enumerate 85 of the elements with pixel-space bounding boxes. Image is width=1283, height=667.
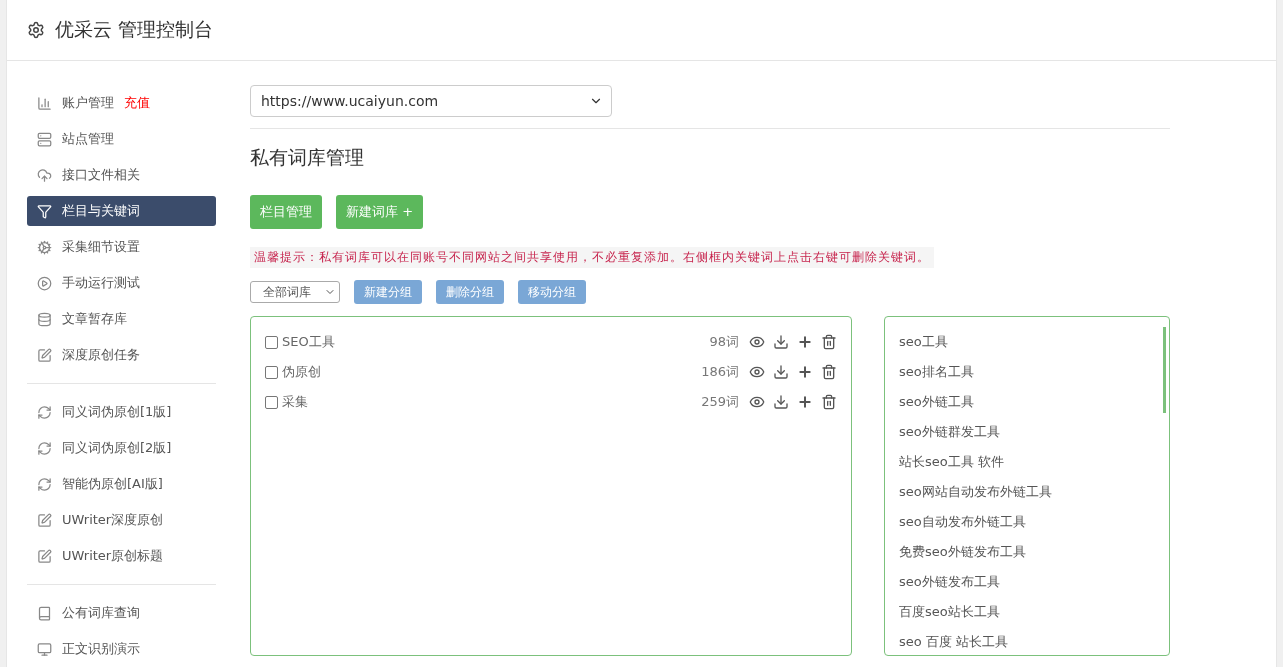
sidebar-label: 站点管理	[62, 130, 114, 148]
hint-text: 温馨提示：私有词库可以在同账号不同网站之间共享使用，不必重复添加。右侧框内关键词上点击右键可删除关键词。	[250, 247, 934, 268]
sidebar-label: 正文识别演示	[62, 640, 140, 658]
sidebar-item[interactable]: 文章暂存库	[27, 304, 216, 334]
download-icon[interactable]	[773, 334, 789, 350]
group-select[interactable]: 全部词库	[250, 281, 340, 303]
recharge-link[interactable]: 充值	[124, 94, 150, 112]
sidebar-item[interactable]: 同义词伪原创[1版]	[27, 397, 216, 427]
delete-icon[interactable]	[821, 394, 837, 410]
library-name: 采集	[282, 393, 309, 411]
play-icon	[37, 275, 52, 291]
download-icon[interactable]	[773, 394, 789, 410]
monitor-icon	[37, 641, 52, 657]
add-icon[interactable]	[797, 334, 813, 350]
view-icon[interactable]	[749, 334, 765, 350]
sidebar-label: UWriter原创标题	[62, 547, 164, 565]
refresh-icon	[37, 440, 52, 456]
sidebar-label: 接口文件相关	[62, 166, 140, 184]
keyword-item[interactable]: seo外链工具	[899, 387, 1155, 417]
add-icon[interactable]	[797, 394, 813, 410]
add-icon[interactable]	[797, 364, 813, 380]
sidebar-label: 深度原创任务	[62, 346, 140, 364]
download-icon[interactable]	[773, 364, 789, 380]
bar-chart-icon	[37, 95, 52, 111]
keyword-item[interactable]: 百度seo站长工具	[899, 597, 1155, 627]
sidebar-item[interactable]: 采集细节设置	[27, 232, 216, 262]
sidebar-label: 公有词库查询	[62, 604, 140, 622]
scrollbar[interactable]	[1163, 327, 1166, 413]
sidebar-item[interactable]: UWriter深度原创	[27, 505, 216, 535]
checkbox[interactable]	[265, 335, 278, 349]
keyword-item[interactable]: seo外链群发工具	[899, 417, 1155, 447]
edit-icon	[37, 548, 52, 564]
library-name: 伪原创	[282, 363, 322, 381]
delete-icon[interactable]	[821, 334, 837, 350]
gears-icon	[37, 239, 52, 255]
checkbox[interactable]	[265, 395, 278, 409]
server-icon	[37, 131, 52, 147]
keyword-item[interactable]: seo 百度 站长工具	[899, 627, 1155, 657]
refresh-icon	[37, 476, 52, 492]
sidebar-item[interactable]: 正文识别演示	[27, 634, 216, 664]
keyword-item[interactable]: seo网站自动发布外链工具	[899, 477, 1155, 507]
keyword-item[interactable]: seo自动发布外链工具	[899, 507, 1155, 537]
sidebar-label: 同义词伪原创[1版]	[62, 403, 172, 421]
sidebar-item[interactable]: 栏目与关键词	[27, 196, 216, 226]
settings-icon	[27, 21, 45, 39]
edit-icon	[37, 347, 52, 363]
refresh-icon	[37, 404, 52, 420]
sidebar-label: 文章暂存库	[62, 310, 127, 328]
sidebar-item[interactable]: 接口文件相关	[27, 160, 216, 190]
word-count: 98词	[709, 333, 739, 351]
sidebar-item[interactable]: 公有词库查询	[27, 598, 216, 628]
sidebar-item[interactable]: 账户管理 充值	[27, 88, 216, 118]
sidebar-label: 栏目与关键词	[62, 202, 140, 220]
sidebar-label: UWriter深度原创	[62, 511, 164, 529]
database-icon	[37, 311, 52, 327]
sidebar-label: 账户管理	[62, 94, 114, 112]
sidebar-item[interactable]: 同义词伪原创[2版]	[27, 433, 216, 463]
delete-icon[interactable]	[821, 364, 837, 380]
keyword-item[interactable]: 站长seo工具 软件	[899, 447, 1155, 477]
page-heading: 私有词库管理	[250, 145, 365, 170]
view-icon[interactable]	[749, 394, 765, 410]
sidebar-label: 采集细节设置	[62, 238, 140, 256]
sidebar-item[interactable]: 站点管理	[27, 124, 216, 154]
sidebar-label: 同义词伪原创[2版]	[62, 439, 172, 457]
sidebar-item[interactable]: 智能伪原创[AI版]	[27, 469, 216, 499]
cloud-upload-icon	[37, 167, 52, 183]
sidebar-label: 手动运行测试	[62, 274, 140, 292]
edit-icon	[37, 512, 52, 528]
console-title: 优采云 管理控制台	[55, 17, 214, 42]
sidebar-item[interactable]: 深度原创任务	[27, 340, 216, 370]
word-count: 186词	[701, 363, 739, 381]
keyword-item[interactable]: seo外链发布工具	[899, 567, 1155, 597]
sidebar-item[interactable]: UWriter原创标题	[27, 541, 216, 571]
keyword-item[interactable]: seo排名工具	[899, 357, 1155, 387]
keyword-item[interactable]: 免费seo外链发布工具	[899, 537, 1155, 567]
view-icon[interactable]	[749, 364, 765, 380]
site-select[interactable]: https://www.ucaiyun.com	[250, 85, 612, 117]
word-count: 259词	[701, 393, 739, 411]
sidebar-label: 智能伪原创[AI版]	[62, 475, 163, 493]
library-name: SEO工具	[282, 333, 336, 351]
keyword-item[interactable]: seo工具	[899, 327, 1155, 357]
filter-icon	[37, 203, 52, 219]
checkbox[interactable]	[265, 365, 278, 379]
sidebar-item[interactable]: 手动运行测试	[27, 268, 216, 298]
book-icon	[37, 605, 52, 621]
